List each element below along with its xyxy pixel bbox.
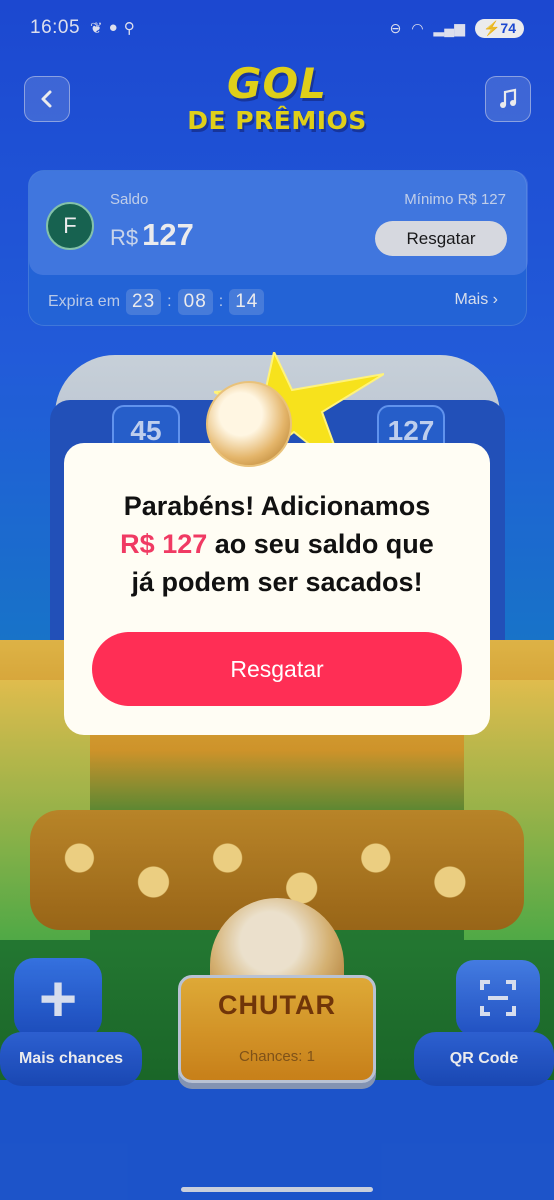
redeem-button[interactable]: Resgatar <box>92 632 462 706</box>
reward-amount: R$ 127 <box>120 529 208 559</box>
golden-ball-icon <box>206 381 292 467</box>
reward-line2: R$ 127 ao seu saldo que <box>120 529 434 559</box>
reward-message: Parabéns! Adicionamos R$ 127 ao seu sald… <box>64 487 490 601</box>
reward-modal: Parabéns! Adicionamos R$ 127 ao seu sald… <box>64 443 490 735</box>
reward-line3: já podem ser sacados! <box>131 567 423 597</box>
reward-line1: Parabéns! Adicionamos <box>123 491 431 521</box>
home-indicator[interactable] <box>181 1187 373 1192</box>
